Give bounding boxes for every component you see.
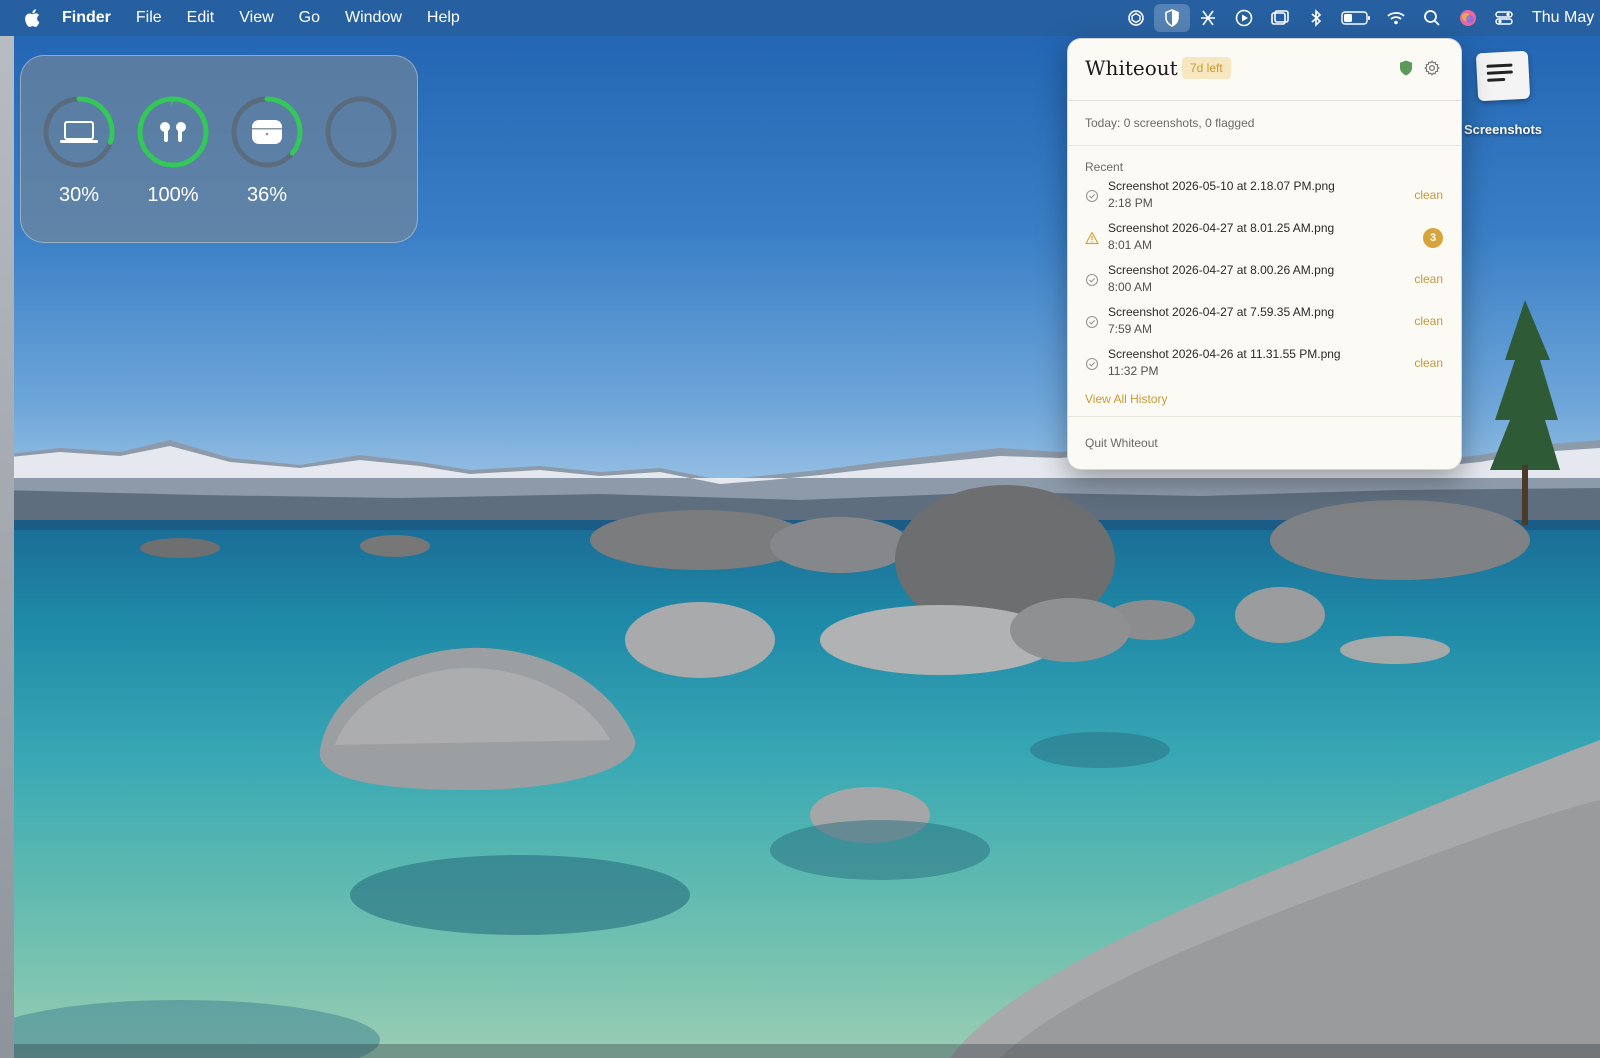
menu-view[interactable]: View [239, 9, 273, 27]
recent-list: Screenshot 2026-05-10 at 2.18.07 PM.png … [1068, 177, 1461, 387]
recent-item[interactable]: Screenshot 2026-04-27 at 7.59.35 AM.png … [1068, 303, 1461, 345]
recent-item-filename: Screenshot 2026-04-27 at 8.00.26 AM.png [1108, 263, 1335, 277]
menu-app-name[interactable]: Finder [62, 9, 111, 27]
recent-item[interactable]: Screenshot 2026-04-27 at 8.00.26 AM.png … [1068, 261, 1461, 303]
recent-item[interactable]: Screenshot 2026-05-10 at 2.18.07 PM.png … [1068, 177, 1461, 219]
finder-window-edge [0, 36, 14, 1058]
play-icon[interactable] [1226, 0, 1262, 36]
recent-item[interactable]: Screenshot 2026-04-26 at 11.31.55 PM.png… [1068, 345, 1461, 387]
battery-airpods-percent: 100% [147, 184, 199, 206]
recent-item-filename: Screenshot 2026-04-27 at 7.59.35 AM.png [1108, 305, 1335, 319]
panel-header: Whiteout 7d left [1068, 39, 1461, 101]
menu-clock[interactable]: Thu May 1 [1532, 9, 1600, 27]
airpods-case-icon [252, 120, 282, 144]
document-icon [1475, 50, 1531, 102]
divider [1068, 145, 1461, 146]
check-circle-icon [1085, 273, 1099, 287]
recent-item-time: 8:00 AM [1108, 280, 1153, 294]
battery-laptop-percent: 30% [58, 184, 100, 206]
warning-triangle-icon [1085, 231, 1099, 245]
divider [1068, 416, 1461, 417]
whiteout-menu-panel: Whiteout 7d left Today: 0 screenshots, 0… [1067, 38, 1462, 470]
check-circle-icon [1085, 357, 1099, 371]
recent-item-filename: Screenshot 2026-05-10 at 2.18.07 PM.png [1108, 179, 1335, 193]
apple-menu-icon[interactable] [22, 7, 44, 29]
trial-badge: 7d left [1182, 57, 1231, 79]
check-circle-icon [1085, 189, 1099, 203]
dock-edge [14, 1044, 1600, 1058]
gear-icon[interactable] [1424, 60, 1440, 76]
airpods-icon [160, 122, 186, 142]
today-summary: Today: 0 screenshots, 0 flagged [1085, 116, 1255, 130]
menu-window[interactable]: Window [345, 9, 402, 27]
panel-title: Whiteout [1085, 56, 1178, 80]
menu-bar: Finder File Edit View Go Window Help Thu… [0, 0, 1600, 36]
menu-go[interactable]: Go [299, 9, 320, 27]
recent-item-status: clean [1414, 188, 1443, 202]
recent-item-filename: Screenshot 2026-04-27 at 8.01.25 AM.png [1108, 221, 1335, 235]
control-center-icon[interactable] [1486, 0, 1522, 36]
chatgpt-icon[interactable] [1118, 0, 1154, 36]
laptop-icon [60, 121, 98, 143]
battery-laptop: 30% [41, 94, 117, 207]
wifi-icon[interactable] [1378, 0, 1414, 36]
battery-empty-slot [323, 94, 399, 184]
battery-icon[interactable] [1334, 0, 1378, 36]
battery-airpods-case: 36% [229, 94, 305, 207]
view-all-history-link[interactable]: View All History [1085, 392, 1167, 406]
quit-whiteout-item[interactable]: Quit Whiteout [1085, 436, 1158, 450]
menu-edit[interactable]: Edit [187, 9, 215, 27]
window-icon[interactable] [1262, 0, 1298, 36]
desktop-folder-label: Screenshots [1463, 122, 1543, 137]
check-circle-icon [1085, 315, 1099, 329]
recent-item-time: 7:59 AM [1108, 322, 1153, 336]
battery-airpods-case-percent: 36% [246, 184, 288, 206]
battery-ring [43, 96, 115, 168]
recent-item-status: clean [1414, 272, 1443, 286]
status-icons: Thu May 1 [1118, 0, 1600, 36]
battery-ring [325, 96, 397, 168]
recent-item-time: 2:18 PM [1108, 196, 1153, 210]
spotlight-search-icon[interactable] [1414, 0, 1450, 36]
menu-file[interactable]: File [136, 9, 162, 27]
desktop-folder-screenshots[interactable]: Screenshots [1458, 50, 1548, 137]
batteries-widget: 30% 100% 36% [20, 55, 418, 243]
battery-ring [231, 96, 303, 168]
perplexity-icon[interactable] [1190, 0, 1226, 36]
menu-help[interactable]: Help [427, 9, 460, 27]
recent-item-time: 11:32 PM [1108, 364, 1159, 378]
recent-item-status: clean [1414, 356, 1443, 370]
recent-item-filename: Screenshot 2026-04-26 at 11.31.55 PM.png [1108, 347, 1341, 361]
whiteout-shield-icon[interactable] [1154, 4, 1190, 32]
recent-item[interactable]: Screenshot 2026-04-27 at 8.01.25 AM.png … [1068, 219, 1461, 261]
recent-item-status: clean [1414, 314, 1443, 328]
siri-icon[interactable] [1450, 0, 1486, 36]
bluetooth-icon[interactable] [1298, 0, 1334, 36]
recent-item-time: 8:01 AM [1108, 238, 1153, 252]
recent-heading: Recent [1085, 160, 1124, 174]
shield-icon[interactable] [1399, 60, 1413, 76]
battery-ring [137, 95, 209, 168]
battery-airpods: 100% [135, 94, 211, 207]
flag-count-badge: 3 [1423, 228, 1443, 248]
